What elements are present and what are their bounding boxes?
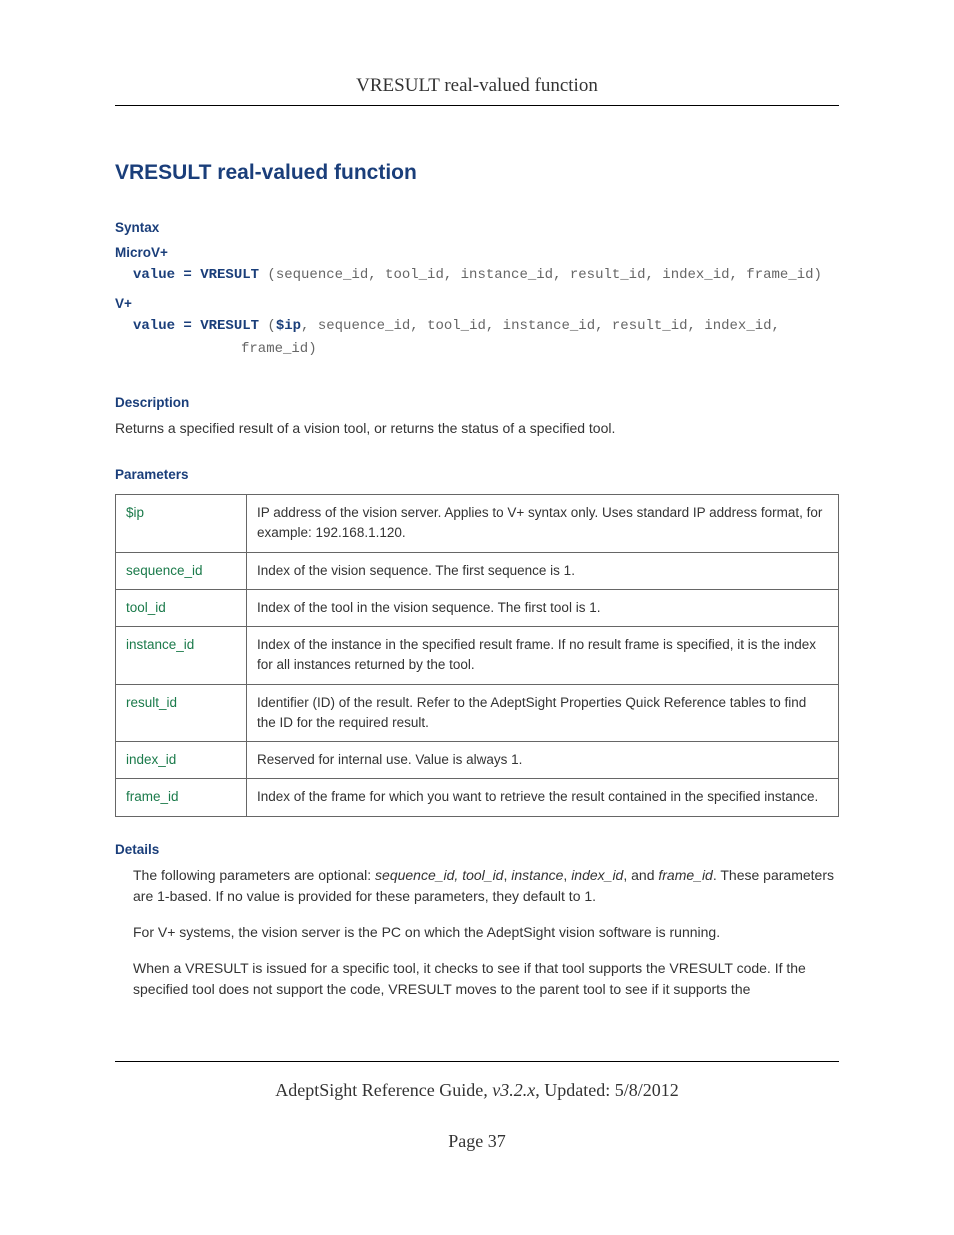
text: , and	[623, 867, 658, 883]
description-text: Returns a specified result of a vision t…	[115, 418, 839, 439]
table-row: result_idIdentifier (ID) of the result. …	[116, 684, 839, 742]
description-heading: Description	[115, 395, 839, 410]
table-row: frame_idIndex of the frame for which you…	[116, 779, 839, 816]
code-args: (sequence_id, tool_id, instance_id, resu…	[267, 267, 822, 283]
code-ip: $ip	[276, 318, 301, 334]
param-name: frame_id	[116, 779, 247, 816]
text: The following parameters are optional:	[133, 867, 375, 883]
footer-updated: , Updated: 5/8/2012	[535, 1080, 678, 1100]
param-desc: Index of the frame for which you want to…	[247, 779, 839, 816]
details-block: The following parameters are optional: s…	[133, 865, 839, 1001]
param-name: sequence_id	[116, 552, 247, 589]
table-row: index_idReserved for internal use. Value…	[116, 742, 839, 779]
param-desc: Identifier (ID) of the result. Refer to …	[247, 684, 839, 742]
code-lhs: value = VRESULT	[133, 318, 267, 334]
code-args1: , sequence_id, tool_id, instance_id, res…	[301, 318, 780, 334]
details-p3: When a VRESULT is issued for a specific …	[133, 958, 839, 1001]
parameters-table: $ipIP address of the vision server. Appl…	[115, 494, 839, 817]
param-desc: Index of the vision sequence. The first …	[247, 552, 839, 589]
param-desc: Index of the instance in the specified r…	[247, 627, 839, 685]
page-title: VRESULT real-valued function	[115, 161, 839, 185]
param-desc: Index of the tool in the vision sequence…	[247, 589, 839, 626]
code-lhs: value = VRESULT	[133, 267, 267, 283]
vplus-code: value = VRESULT ($ip, sequence_id, tool_…	[133, 315, 839, 360]
details-p2: For V+ systems, the vision server is the…	[133, 922, 839, 944]
param-name: $ip	[116, 495, 247, 553]
table-row: sequence_idIndex of the vision sequence.…	[116, 552, 839, 589]
param-desc: Reserved for internal use. Value is alwa…	[247, 742, 839, 779]
table-row: $ipIP address of the vision server. Appl…	[116, 495, 839, 553]
param-name: index_id	[116, 742, 247, 779]
param-name: instance_id	[116, 627, 247, 685]
vplus-label: V+	[115, 296, 839, 311]
footer-doc: AdeptSight Reference Guide	[275, 1080, 483, 1100]
code-args2: frame_id)	[241, 338, 317, 360]
footer-page-number: Page 37	[115, 1131, 839, 1152]
param-name: tool_id	[116, 589, 247, 626]
page-footer: AdeptSight Reference Guide, v3.2.x, Upda…	[115, 1061, 839, 1152]
details-heading: Details	[115, 842, 839, 857]
microv-label: MicroV+	[115, 245, 839, 260]
param-desc: IP address of the vision server. Applies…	[247, 495, 839, 553]
table-row: tool_idIndex of the tool in the vision s…	[116, 589, 839, 626]
running-header: VRESULT real-valued function	[115, 75, 839, 106]
details-p1: The following parameters are optional: s…	[133, 865, 839, 908]
document-page: VRESULT real-valued function VRESULT rea…	[0, 0, 954, 1192]
table-row: instance_idIndex of the instance in the …	[116, 627, 839, 685]
parameters-heading: Parameters	[115, 467, 839, 482]
footer-version: , v3.2.x	[483, 1080, 535, 1100]
italic: frame_id	[658, 867, 712, 883]
italic: instance	[511, 867, 563, 883]
param-name: result_id	[116, 684, 247, 742]
microv-code: value = VRESULT (sequence_id, tool_id, i…	[133, 264, 839, 286]
footer-doc-line: AdeptSight Reference Guide, v3.2.x, Upda…	[115, 1080, 839, 1101]
code-open: (	[267, 318, 275, 334]
italic: index_id	[571, 867, 623, 883]
italic: sequence_id, tool_id	[375, 867, 503, 883]
syntax-heading: Syntax	[115, 220, 839, 235]
